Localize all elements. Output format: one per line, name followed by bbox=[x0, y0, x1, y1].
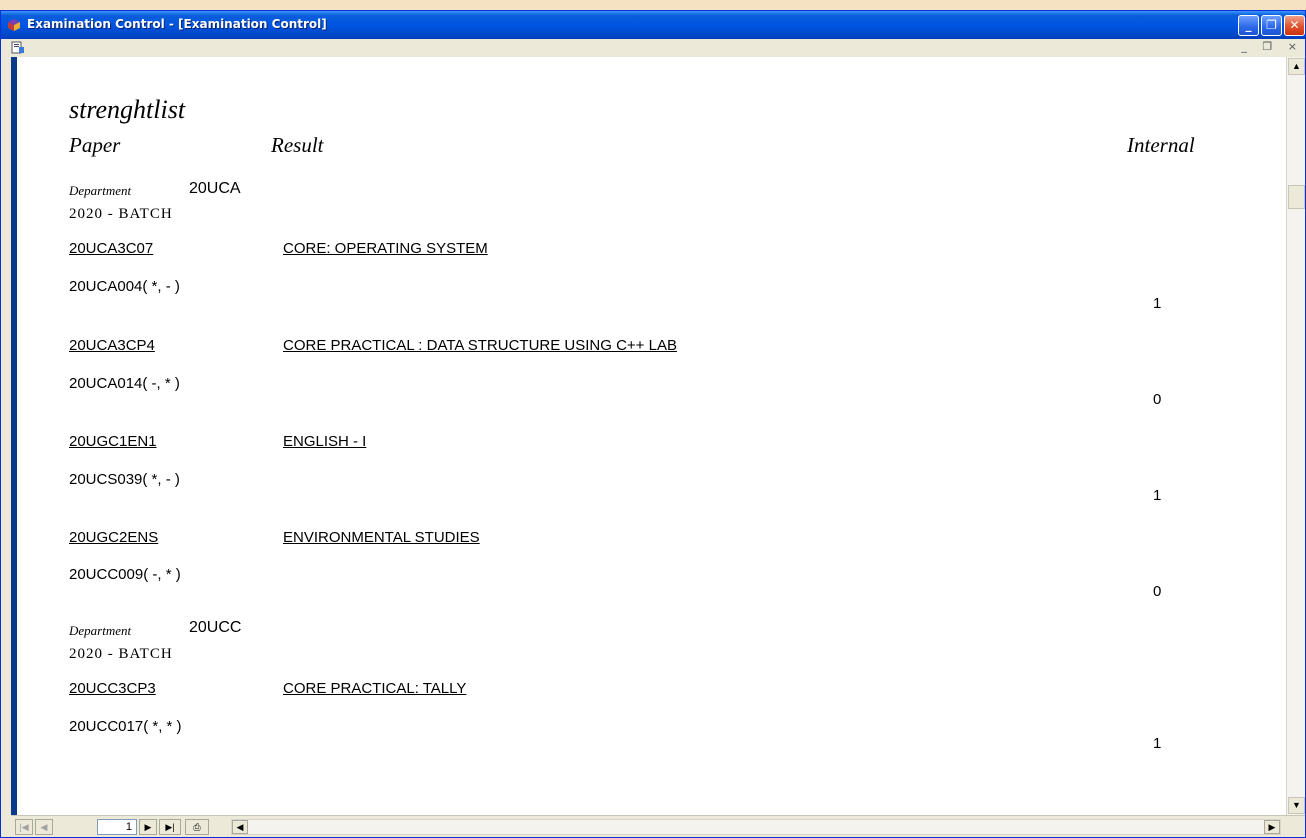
mdi-menubar: _ ❐ × bbox=[1, 39, 1305, 57]
scroll-down-arrow-icon[interactable]: ▼ bbox=[1288, 797, 1305, 814]
report-title: strenghtlist bbox=[69, 95, 186, 124]
scroll-right-arrow-icon[interactable]: ▶ bbox=[1264, 820, 1280, 834]
mdi-window-controls[interactable]: _ ❐ × bbox=[1241, 40, 1303, 53]
paper-code-link[interactable]: 20UGC1EN1 bbox=[69, 433, 157, 450]
batch-label: 2020 - BATCH bbox=[69, 646, 173, 662]
department-label: Department bbox=[69, 183, 132, 198]
close-button[interactable]: ✕ bbox=[1284, 15, 1305, 36]
paper-code-link[interactable]: 20UCA3CP4 bbox=[69, 337, 155, 354]
student-result: 20UCC009( -, * ) bbox=[69, 566, 181, 583]
report-page: strenghtlist Paper Result Internal Depar… bbox=[17, 57, 1273, 815]
prev-page-icon[interactable]: ◀ bbox=[35, 819, 53, 835]
batch-label: 2020 - BATCH bbox=[69, 206, 173, 222]
scroll-up-arrow-icon[interactable]: ▲ bbox=[1288, 58, 1305, 75]
minimize-button[interactable]: _ bbox=[1238, 15, 1259, 36]
last-page-icon[interactable]: ▶| bbox=[159, 819, 181, 835]
paper-name-link[interactable]: CORE PRACTICAL: TALLY bbox=[283, 680, 466, 697]
vertical-scrollbar[interactable]: ▲ ▼ bbox=[1286, 57, 1305, 815]
paper-code-link[interactable]: 20UGC2ENS bbox=[69, 529, 158, 546]
student-result: 20UCA004( *, - ) bbox=[69, 278, 180, 295]
maximize-button[interactable]: ❐ bbox=[1261, 15, 1282, 36]
internal-value: 1 bbox=[1153, 295, 1162, 312]
page-number-input[interactable]: 1 bbox=[97, 819, 137, 835]
department-code: 20UCA bbox=[189, 180, 241, 197]
app-window: Examination Control - [Examination Contr… bbox=[0, 10, 1306, 838]
column-header-paper: Paper bbox=[69, 133, 121, 157]
title-bar[interactable]: Examination Control - [Examination Contr… bbox=[1, 11, 1305, 39]
internal-value: 0 bbox=[1153, 583, 1162, 600]
app-icon bbox=[8, 19, 20, 31]
scroll-thumb[interactable] bbox=[1288, 185, 1305, 209]
column-header-result: Result bbox=[271, 133, 324, 157]
paper-name-link[interactable]: ENGLISH - I bbox=[283, 433, 366, 450]
paper-name-link[interactable]: CORE PRACTICAL : DATA STRUCTURE USING C+… bbox=[283, 337, 677, 354]
department-label: Department bbox=[69, 623, 132, 638]
student-result: 20UCS039( *, - ) bbox=[69, 471, 180, 488]
window-title: Examination Control - [Examination Contr… bbox=[27, 17, 327, 31]
column-header-internal: Internal bbox=[1127, 133, 1195, 157]
report-viewer: strenghtlist Paper Result Internal Depar… bbox=[11, 57, 1305, 815]
internal-value: 1 bbox=[1153, 735, 1162, 752]
department-code: 20UCC bbox=[189, 619, 242, 636]
print-icon[interactable]: ⎙ bbox=[185, 819, 209, 835]
next-page-icon[interactable]: ▶ bbox=[139, 819, 157, 835]
paper-code-link[interactable]: 20UCC3CP3 bbox=[69, 680, 156, 697]
internal-value: 0 bbox=[1153, 391, 1162, 408]
paper-name-link[interactable]: CORE: OPERATING SYSTEM bbox=[283, 240, 488, 257]
paper-name-link[interactable]: ENVIRONMENTAL STUDIES bbox=[283, 529, 480, 546]
first-page-icon[interactable]: |◀ bbox=[15, 819, 33, 835]
paper-code-link[interactable]: 20UCA3C07 bbox=[69, 240, 153, 257]
internal-value: 1 bbox=[1153, 487, 1162, 504]
student-result: 20UCA014( -, * ) bbox=[69, 375, 180, 392]
document-icon[interactable] bbox=[11, 41, 25, 54]
horizontal-scrollbar[interactable]: ◀ ▶ bbox=[231, 819, 1281, 835]
scroll-left-arrow-icon[interactable]: ◀ bbox=[232, 820, 248, 834]
report-navigation-bar: |◀ ◀ 1 ▶ ▶| ⎙ ◀ ▶ bbox=[11, 815, 1305, 837]
student-result: 20UCC017( *, * ) bbox=[69, 718, 182, 735]
